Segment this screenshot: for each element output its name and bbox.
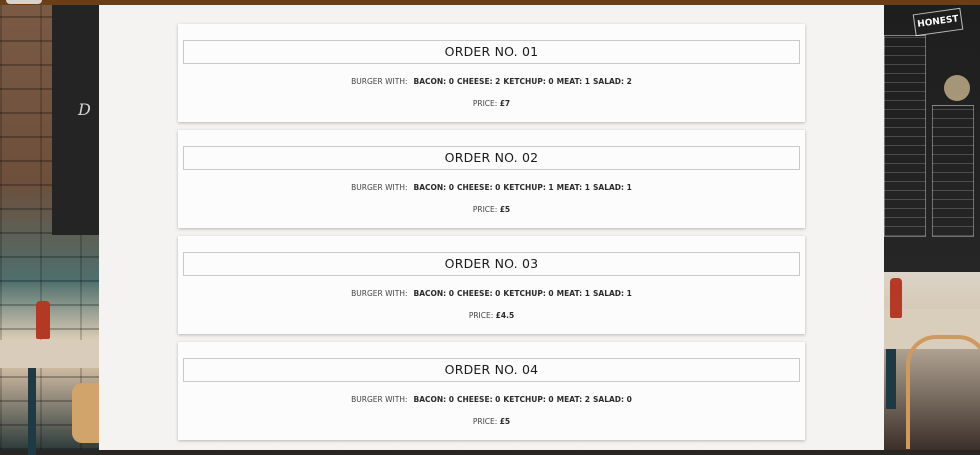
table-leg-image <box>886 349 896 409</box>
price-label: PRICE: <box>472 99 498 108</box>
order-title: ORDER NO. 02 <box>183 146 800 170</box>
table-leg-image <box>28 368 36 455</box>
ketchup-bottle-image <box>36 301 50 339</box>
order-ingredients: BURGER WITH: BACON: 0 CHEESE: 0 KETCHUP: 0M… <box>178 289 805 298</box>
ingredient-salad: SALAD: 0 <box>593 395 632 404</box>
ingredient-ketchup: KETCHUP: 1 <box>503 183 554 192</box>
price-value: £4.5 <box>495 311 515 320</box>
top-bar <box>0 0 980 5</box>
background-left-restaurant: D <box>0 5 100 455</box>
ingredient-bacon: BACON: 0 <box>413 289 455 298</box>
price-label: PRICE: <box>472 205 498 214</box>
chalkboard-image <box>52 5 100 235</box>
ingredient-salad: SALAD: 1 <box>593 289 632 298</box>
chalkboard-sign: HONEST <box>912 7 964 37</box>
order-title: ORDER NO. 04 <box>183 358 800 382</box>
ingredient-ketchup: KETCHUP: 0 <box>503 289 554 298</box>
ingredient-meat: MEAT: 1 <box>556 289 590 298</box>
orders-panel: ORDER NO. 01 BURGER WITH: BACON: 0 CHEESE:… <box>99 5 884 450</box>
order-card[interactable]: ORDER NO. 01 BURGER WITH: BACON: 0 CHEESE:… <box>178 24 805 122</box>
ingredient-salad: SALAD: 1 <box>593 183 632 192</box>
order-card[interactable]: ORDER NO. 03 BURGER WITH: BACON: 0 CHEESE:… <box>178 236 805 334</box>
chalkboard-menu-image <box>932 105 974 237</box>
table-image <box>0 340 100 368</box>
ingredient-bacon: BACON: 0 <box>413 77 455 86</box>
order-ingredients: BURGER WITH: BACON: 0 CHEESE: 0 KETCHUP: 0M… <box>178 395 805 404</box>
logo-icon[interactable] <box>6 0 42 4</box>
order-card[interactable]: ORDER NO. 02 BURGER WITH: BACON: 0 CHEESE:… <box>178 130 805 228</box>
ketchup-bottle-image <box>890 278 902 318</box>
lamp-image <box>944 75 970 101</box>
order-price: PRICE: £4.5 <box>178 311 805 320</box>
price-label: PRICE: <box>472 417 498 426</box>
order-card[interactable]: ORDER NO. 04 BURGER WITH: BACON: 0 CHEESE:… <box>178 342 805 440</box>
order-price: PRICE: £7 <box>178 99 805 108</box>
ingredient-ketchup: KETCHUP: 0 <box>503 77 554 86</box>
background-right-restaurant: HONEST <box>884 5 980 450</box>
ingredient-meat: MEAT: 1 <box>556 77 590 86</box>
ingredient-cheese: CHEESE: 0 <box>457 183 501 192</box>
ingredient-ketchup: KETCHUP: 0 <box>503 395 554 404</box>
ingredient-meat: MEAT: 1 <box>556 183 590 192</box>
order-price: PRICE: £5 <box>178 205 805 214</box>
chalkboard-menu-image <box>884 35 926 237</box>
price-value: £5 <box>499 205 511 214</box>
order-price: PRICE: £5 <box>178 417 805 426</box>
ingredient-cheese: CHEESE: 0 <box>457 289 501 298</box>
ingredient-meat: MEAT: 2 <box>556 395 590 404</box>
price-value: £7 <box>499 99 511 108</box>
order-title: ORDER NO. 03 <box>183 252 800 276</box>
ingredient-cheese: CHEESE: 0 <box>457 395 501 404</box>
ingredient-bacon: BACON: 0 <box>413 183 455 192</box>
burger-with-label: BURGER WITH: <box>351 77 408 86</box>
chalk-doodle: D <box>78 100 91 119</box>
price-label: PRICE: <box>468 311 494 320</box>
ingredient-bacon: BACON: 0 <box>413 395 455 404</box>
order-ingredients: BURGER WITH: BACON: 0 CHEESE: 2 KETCHUP: 0M… <box>178 77 805 86</box>
price-value: £5 <box>499 417 511 426</box>
ingredient-cheese: CHEESE: 2 <box>457 77 501 86</box>
burger-with-label: BURGER WITH: <box>351 289 408 298</box>
burger-with-label: BURGER WITH: <box>351 183 408 192</box>
ingredient-salad: SALAD: 2 <box>593 77 632 86</box>
burger-with-label: BURGER WITH: <box>351 395 408 404</box>
order-ingredients: BURGER WITH: BACON: 0 CHEESE: 0 KETCHUP: 1M… <box>178 183 805 192</box>
order-title: ORDER NO. 01 <box>183 40 800 64</box>
chair-image <box>72 383 100 443</box>
chair-image <box>906 335 980 449</box>
